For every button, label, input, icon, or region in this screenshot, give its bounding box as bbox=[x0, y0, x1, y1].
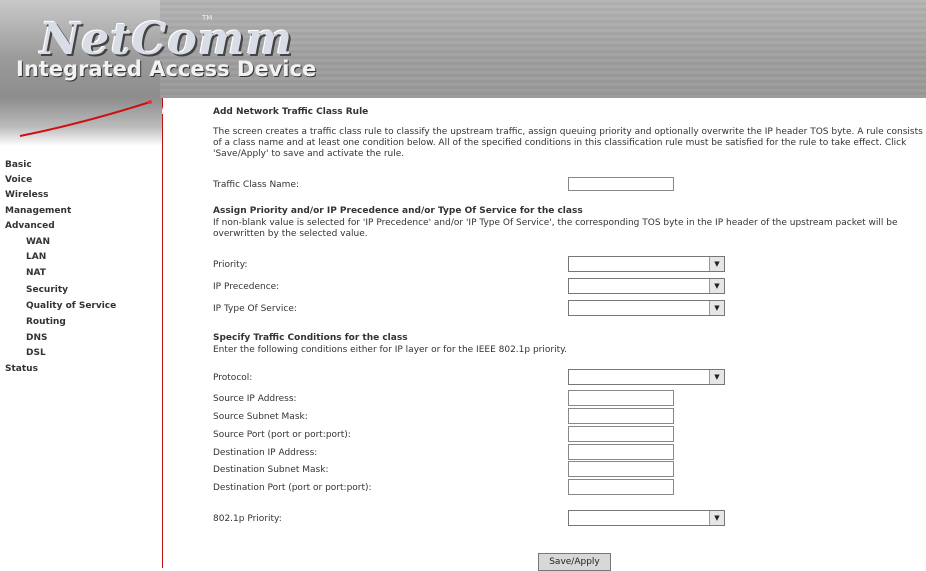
destination-port-input[interactable] bbox=[568, 479, 674, 495]
sidebar-item-wireless[interactable]: Wireless bbox=[5, 190, 48, 200]
sidebar-item-dns[interactable]: DNS bbox=[26, 333, 48, 343]
source-ip-input[interactable] bbox=[568, 390, 674, 406]
chevron-down-icon: ▼ bbox=[709, 279, 724, 293]
protocol-select[interactable]: ▼ bbox=[568, 369, 725, 385]
priority-label: Priority: bbox=[213, 260, 248, 270]
conditions-heading: Specify Traffic Conditions for the class bbox=[213, 333, 408, 343]
product-name: Integrated Access Device bbox=[16, 57, 317, 81]
assign-heading: Assign Priority and/or IP Precedence and… bbox=[213, 206, 583, 216]
sidebar-item-quality-of-service[interactable]: Quality of Service bbox=[26, 301, 116, 311]
sidebar-item-routing[interactable]: Routing bbox=[26, 317, 66, 327]
sidebar-item-basic[interactable]: Basic bbox=[5, 160, 32, 170]
sidebar-swoosh-graphic bbox=[0, 98, 162, 146]
source-ip-label: Source IP Address: bbox=[213, 394, 297, 404]
source-port-input[interactable] bbox=[568, 426, 674, 442]
priority-select[interactable]: ▼ bbox=[568, 256, 725, 272]
chevron-down-icon: ▼ bbox=[709, 257, 724, 271]
sidebar-item-status[interactable]: Status bbox=[5, 364, 38, 374]
destination-ip-input[interactable] bbox=[568, 444, 674, 460]
conditions-note: Enter the following conditions either fo… bbox=[213, 345, 568, 355]
destination-ip-label: Destination IP Address: bbox=[213, 448, 318, 458]
chevron-down-icon: ▼ bbox=[709, 511, 724, 525]
trademark-symbol: TM bbox=[202, 14, 213, 22]
chevron-down-icon: ▼ bbox=[709, 370, 724, 384]
source-mask-label: Source Subnet Mask: bbox=[213, 412, 308, 422]
sidebar-item-wan[interactable]: WAN bbox=[26, 237, 50, 247]
sidebar-item-lan[interactable]: LAN bbox=[26, 252, 46, 262]
destination-port-label: Destination Port (port or port:port): bbox=[213, 483, 372, 493]
ip-precedence-select[interactable]: ▼ bbox=[568, 278, 725, 294]
dot1p-priority-select[interactable]: ▼ bbox=[568, 510, 725, 526]
assign-note: If non-blank value is selected for 'IP P… bbox=[213, 218, 898, 239]
ip-precedence-label: IP Precedence: bbox=[213, 282, 280, 292]
traffic-class-name-input[interactable] bbox=[568, 177, 674, 191]
sidebar-item-management[interactable]: Management bbox=[5, 206, 71, 216]
dot1p-priority-label: 802.1p Priority: bbox=[213, 514, 282, 524]
destination-mask-input[interactable] bbox=[568, 461, 674, 477]
ip-tos-select[interactable]: ▼ bbox=[568, 300, 725, 316]
protocol-label: Protocol: bbox=[213, 373, 253, 383]
traffic-class-name-label: Traffic Class Name: bbox=[213, 180, 300, 190]
sidebar-item-advanced[interactable]: Advanced bbox=[5, 221, 55, 231]
sidebar-item-dsl[interactable]: DSL bbox=[26, 348, 46, 358]
ip-tos-label: IP Type Of Service: bbox=[213, 304, 297, 314]
source-port-label: Source Port (port or port:port): bbox=[213, 430, 351, 440]
page-title: Add Network Traffic Class Rule bbox=[213, 107, 369, 117]
sidebar-item-voice[interactable]: Voice bbox=[5, 175, 32, 185]
page-description: The screen creates a traffic class rule … bbox=[213, 127, 923, 159]
destination-mask-label: Destination Subnet Mask: bbox=[213, 465, 329, 475]
save-apply-button[interactable]: Save/Apply bbox=[538, 553, 611, 571]
header-banner: NetComm TM Integrated Access Device bbox=[0, 0, 926, 98]
chevron-down-icon: ▼ bbox=[709, 301, 724, 315]
sidebar-item-security[interactable]: Security bbox=[26, 285, 68, 295]
sidebar-item-nat[interactable]: NAT bbox=[26, 268, 46, 278]
source-mask-input[interactable] bbox=[568, 408, 674, 424]
